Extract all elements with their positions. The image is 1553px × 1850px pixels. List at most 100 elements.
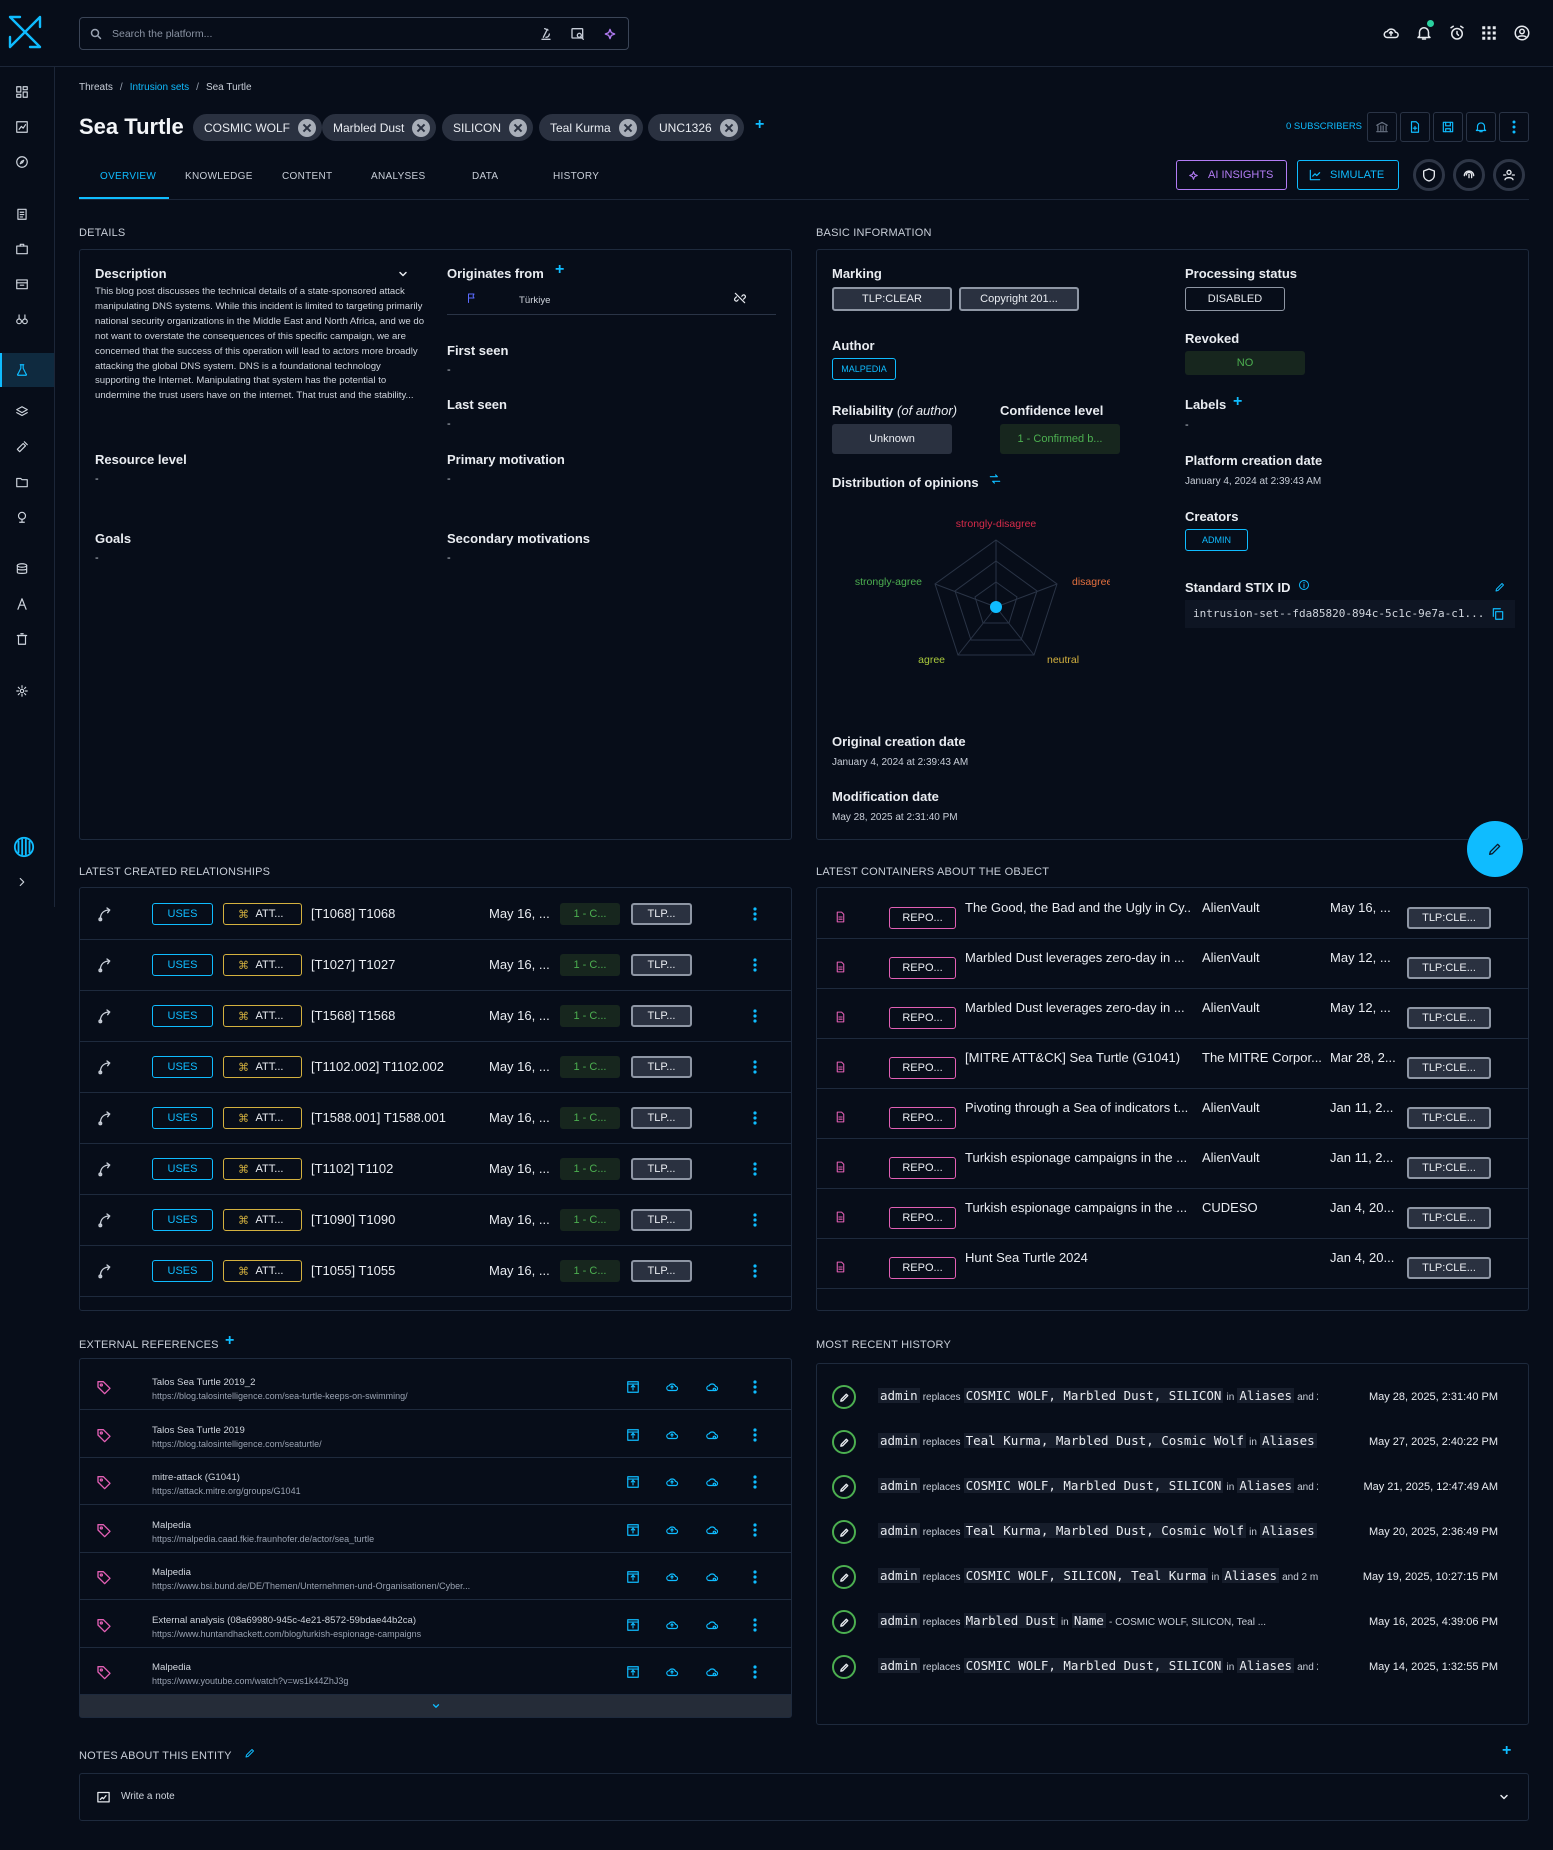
author-badge[interactable]: MALPEDIA — [832, 358, 896, 380]
container-name[interactable]: Turkish espionage campaigns in the ... — [965, 1150, 1190, 1165]
add-origin-button[interactable]: + — [555, 261, 564, 279]
alias-chip[interactable]: Marbled Dust — [322, 114, 437, 141]
reference-url[interactable]: https://blog.talosintelligence.com/sea-t… — [152, 1391, 408, 1401]
entities-icon[interactable] — [15, 475, 29, 489]
remove-alias-icon[interactable] — [618, 118, 637, 137]
container-name[interactable]: Marbled Dust leverages zero-day in ... — [965, 1000, 1190, 1015]
arsenal-icon[interactable] — [15, 405, 29, 419]
reference-url[interactable]: https://www.youtube.com/watch?v=ws1k44Zh… — [152, 1676, 348, 1686]
add-note-button[interactable]: + — [1502, 1742, 1511, 1760]
subscribe-bell-icon[interactable] — [1466, 112, 1496, 142]
cloud-sync-icon[interactable] — [704, 1428, 720, 1442]
cloud-upload-icon[interactable] — [664, 1475, 680, 1489]
open-external-icon[interactable] — [626, 1380, 640, 1394]
open-external-icon[interactable] — [626, 1665, 640, 1679]
marking-tlp-clear[interactable]: TLP:CLEAR — [832, 287, 952, 311]
apps-grid-icon[interactable] — [1480, 24, 1498, 42]
shield-icon[interactable] — [1413, 159, 1445, 191]
add-reference-button[interactable]: + — [225, 1332, 234, 1350]
ai-insights-button[interactable]: AI INSIGHTS — [1176, 160, 1287, 190]
compass-icon[interactable] — [15, 155, 29, 169]
row-menu-icon[interactable] — [753, 1060, 757, 1074]
open-external-icon[interactable] — [626, 1523, 640, 1537]
relationship-target[interactable]: [T1568] T1568 — [311, 1008, 461, 1023]
events-icon[interactable] — [15, 277, 29, 291]
add-label-button[interactable]: + — [1233, 393, 1242, 411]
tab-overview[interactable]: OVERVIEW — [100, 171, 156, 182]
image-search-icon[interactable] — [570, 26, 586, 42]
save-icon[interactable] — [1433, 112, 1463, 142]
cloud-sync-icon[interactable] — [704, 1380, 720, 1394]
chevron-down-icon[interactable] — [397, 268, 409, 280]
threat-actor-icon[interactable] — [1493, 159, 1525, 191]
tab-analyses[interactable]: ANALYSES — [371, 171, 425, 182]
cloud-upload-icon[interactable] — [664, 1428, 680, 1442]
alias-chip[interactable]: COSMIC WOLF — [193, 114, 322, 141]
cloud-sync-icon[interactable] — [704, 1475, 720, 1489]
account-icon[interactable] — [1513, 24, 1531, 42]
reference-url[interactable]: https://malpedia.caad.fkie.fraunhofer.de… — [152, 1534, 374, 1544]
container-name[interactable]: Hunt Sea Turtle 2024 — [965, 1250, 1190, 1265]
cloud-upload-icon[interactable] — [664, 1380, 680, 1394]
cloud-upload-icon[interactable] — [664, 1618, 680, 1632]
alias-chip[interactable]: UNC1326 — [648, 114, 744, 141]
container-name[interactable]: Pivoting through a Sea of indicators t..… — [965, 1100, 1190, 1115]
row-menu-icon[interactable] — [753, 1111, 757, 1125]
refresh-opinions-icon[interactable] — [988, 472, 1002, 486]
notifications-icon[interactable] — [1415, 20, 1434, 42]
dashboard-icon[interactable] — [15, 85, 29, 99]
edit-notes-icon[interactable] — [244, 1747, 256, 1759]
cloud-upload-icon[interactable] — [1382, 24, 1400, 42]
search-bar[interactable]: Search the platform... — [79, 17, 629, 50]
breadcrumb-threats[interactable]: Threats — [79, 82, 113, 93]
flask-search-icon[interactable] — [538, 26, 554, 42]
simulate-button[interactable]: SIMULATE — [1297, 160, 1399, 190]
cloud-upload-icon[interactable] — [664, 1570, 680, 1584]
cases-icon[interactable] — [15, 242, 29, 256]
data-icon[interactable] — [15, 562, 29, 576]
techniques-icon[interactable] — [15, 440, 29, 454]
open-external-icon[interactable] — [626, 1618, 640, 1632]
relationship-target[interactable]: [T1027] T1027 — [311, 957, 461, 972]
app-logo-icon[interactable] — [6, 13, 44, 51]
ai-sparkle-icon[interactable] — [602, 26, 618, 42]
reference-url[interactable]: https://www.bsi.bund.de/DE/Themen/Untern… — [152, 1581, 470, 1591]
marking-copyright[interactable]: Copyright 201... — [959, 287, 1079, 311]
row-menu-icon[interactable] — [753, 1380, 757, 1394]
cloud-sync-icon[interactable] — [704, 1523, 720, 1537]
edit-entity-fab[interactable] — [1467, 821, 1523, 877]
origin-country[interactable]: Türkiye — [519, 295, 550, 306]
filigran-globe-icon[interactable] — [13, 836, 35, 858]
alias-chip[interactable]: SILICON — [442, 114, 534, 141]
unlink-icon[interactable] — [733, 291, 747, 305]
row-menu-icon[interactable] — [753, 1617, 757, 1632]
show-more-references-button[interactable] — [80, 1695, 791, 1717]
analytics-icon[interactable] — [15, 120, 29, 134]
investigations-icon[interactable] — [15, 597, 29, 611]
more-menu-icon[interactable] — [1499, 112, 1529, 142]
reports-icon[interactable] — [15, 207, 29, 221]
remove-alias-icon[interactable] — [412, 118, 431, 137]
row-menu-icon[interactable] — [753, 1665, 757, 1679]
container-name[interactable]: The Good, the Bad and the Ugly in Cy... — [965, 900, 1190, 915]
row-menu-icon[interactable] — [753, 1162, 757, 1176]
row-menu-icon[interactable] — [753, 1427, 757, 1442]
bank-icon[interactable] — [1367, 112, 1397, 142]
write-note-panel[interactable] — [79, 1773, 1529, 1821]
alarm-icon[interactable] — [1448, 24, 1466, 42]
relationship-target[interactable]: [T1102.002] T1102.002 — [311, 1059, 461, 1074]
fingerprint-icon[interactable] — [1453, 159, 1485, 191]
add-alias-button[interactable]: + — [755, 116, 764, 134]
info-icon[interactable] — [1298, 579, 1310, 591]
export-file-icon[interactable] — [1400, 112, 1430, 142]
subscribers-count[interactable]: 0 SUBSCRIBERS — [1286, 121, 1362, 132]
edit-stix-icon[interactable] — [1494, 581, 1506, 593]
row-menu-icon[interactable] — [753, 1009, 757, 1023]
tab-knowledge[interactable]: KNOWLEDGE — [185, 171, 253, 182]
row-menu-icon[interactable] — [753, 1264, 757, 1278]
relationship-target[interactable]: [T1055] T1055 — [311, 1263, 461, 1278]
breadcrumb-intrusion-sets[interactable]: Intrusion sets — [130, 82, 189, 93]
row-menu-icon[interactable] — [753, 907, 757, 921]
row-menu-icon[interactable] — [753, 1213, 757, 1227]
cloud-sync-icon[interactable] — [704, 1665, 720, 1679]
